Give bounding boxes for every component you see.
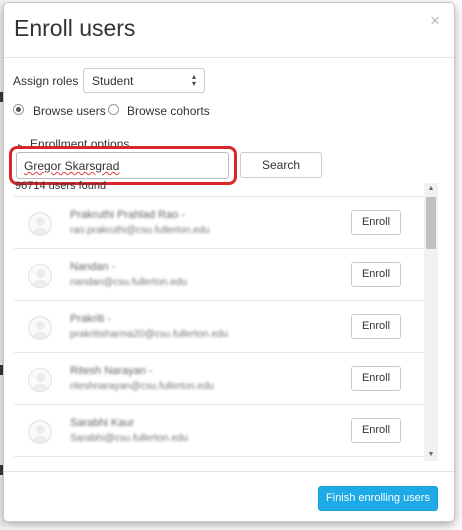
user-email: riteshnarayan@csu.fullerton.edu	[70, 381, 215, 392]
enroll-button[interactable]: Enroll	[351, 366, 401, 391]
user-row: Prakruthi Prahlad Rao - rao.prakruthi@cs…	[14, 197, 424, 249]
assign-roles-label: Assign roles	[13, 74, 79, 88]
browse-users-radio[interactable]	[13, 104, 24, 115]
enroll-button[interactable]: Enroll	[351, 418, 401, 443]
user-name: Sarabhi Kaur	[70, 417, 135, 429]
scroll-down-icon[interactable]: ▼	[424, 449, 438, 461]
users-found-count: 96714 users found	[15, 180, 107, 192]
avatar	[28, 316, 52, 340]
browse-users-label[interactable]: Browse users	[33, 104, 106, 118]
user-name: Prakruthi Prahlad Rao -	[70, 209, 185, 221]
user-row: Nandan - nandan@csu.fullerton.edu Enroll	[14, 249, 424, 301]
assign-roles-value: Student	[92, 74, 134, 88]
dialog-header: Enroll users ×	[4, 3, 454, 58]
enroll-users-dialog: Enroll users × Assign roles Student ▴ ▾ B…	[3, 2, 455, 522]
avatar	[28, 420, 52, 444]
user-email: Sarabhi@csu.fullerton.edu	[70, 433, 188, 444]
user-email: rao.prakruthi@csu.fullerton.edu	[70, 225, 210, 236]
browse-cohorts-radio[interactable]	[108, 104, 119, 115]
user-list: Prakruthi Prahlad Rao - rao.prakruthi@cs…	[14, 196, 438, 461]
search-button[interactable]: Search	[240, 152, 322, 178]
avatar	[28, 368, 52, 392]
user-name: Ritesh Narayan -	[70, 365, 153, 377]
user-name: Prakriti -	[70, 313, 111, 325]
user-row: Ritesh Narayan - riteshnarayan@csu.fulle…	[14, 353, 424, 405]
browse-cohorts-label[interactable]: Browse cohorts	[127, 104, 210, 118]
user-row: Prakriti - prakritisharma20@csu.fullerto…	[14, 301, 424, 353]
scroll-up-icon[interactable]: ▲	[424, 183, 438, 195]
user-name: Nandan -	[70, 261, 116, 273]
assign-roles-select[interactable]: Student ▴ ▾	[83, 68, 205, 93]
dialog-title: Enroll users	[14, 15, 136, 41]
avatar	[28, 212, 52, 236]
dialog-footer: Finish enrolling users	[4, 471, 454, 521]
close-icon[interactable]: ×	[430, 12, 440, 29]
enroll-button[interactable]: Enroll	[351, 210, 401, 235]
user-email: nandan@csu.fullerton.edu	[70, 277, 187, 288]
user-email: prakritisharma20@csu.fullerton.edu	[70, 329, 229, 340]
scrollbar-thumb[interactable]	[426, 197, 436, 249]
user-row: Sarabhi Kaur Sarabhi@csu.fullerton.edu E…	[14, 405, 424, 457]
finish-enrolling-button[interactable]: Finish enrolling users	[318, 486, 438, 511]
user-list-scrollbar[interactable]: ▲ ▼	[424, 183, 438, 461]
enroll-button[interactable]: Enroll	[351, 262, 401, 287]
avatar	[28, 264, 52, 288]
enroll-button[interactable]: Enroll	[351, 314, 401, 339]
select-caret-icon: ▴ ▾	[191, 72, 196, 88]
